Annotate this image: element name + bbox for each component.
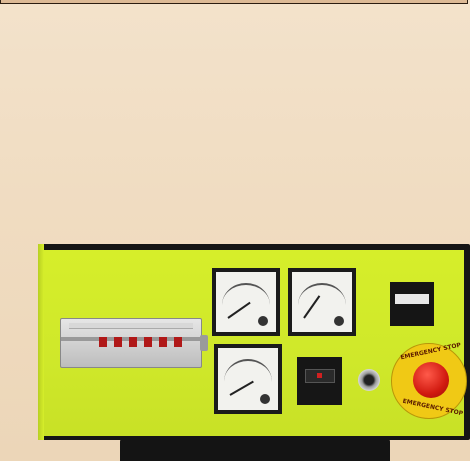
ammeter-adjust-knob bbox=[259, 393, 270, 404]
ammeter bbox=[214, 344, 282, 414]
frequency-meter bbox=[288, 268, 356, 336]
breaker-label-strip bbox=[69, 323, 193, 329]
key-switch bbox=[358, 369, 380, 391]
selector-display bbox=[297, 357, 342, 405]
panel-side-edge bbox=[38, 244, 44, 440]
breaker-knob bbox=[200, 335, 208, 351]
frequency-meter-adjust-knob bbox=[333, 316, 344, 326]
hour-counter bbox=[390, 282, 434, 326]
circuit-breaker bbox=[60, 318, 202, 368]
breaker-switch-tabs bbox=[99, 337, 199, 347]
hour-counter-digits bbox=[395, 294, 429, 304]
ammeter-face bbox=[218, 348, 278, 410]
emergency-stop-button bbox=[413, 362, 449, 398]
top-border-strip bbox=[0, 0, 468, 4]
voltmeter-face bbox=[216, 272, 276, 332]
voltmeter-adjust-knob bbox=[257, 316, 268, 326]
selector-window bbox=[305, 369, 335, 383]
voltmeter bbox=[212, 268, 280, 336]
frequency-meter-face bbox=[292, 272, 352, 332]
